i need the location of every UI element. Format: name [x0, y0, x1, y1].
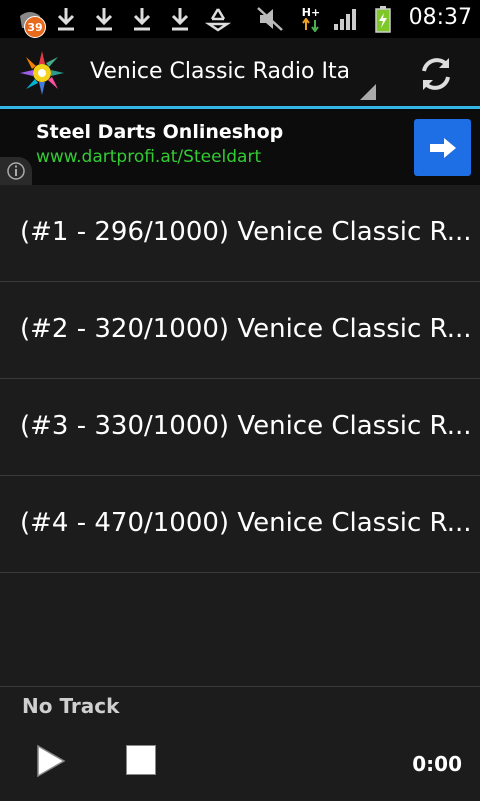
battery-icon	[372, 5, 394, 33]
notification-count-badge: 39	[24, 16, 46, 38]
status-clock: 08:37	[408, 5, 472, 30]
list-item[interactable]: (#1 - 296/1000) Venice Classic R...	[0, 185, 480, 282]
station-label: (#4 - 470/1000) Venice Classic R...	[20, 508, 472, 538]
ad-url[interactable]: www.dartprofi.at/Steeldart	[36, 147, 261, 167]
download-icon	[168, 5, 192, 33]
refresh-icon[interactable]	[416, 54, 456, 94]
download-icon	[130, 5, 154, 33]
station-spinner-title[interactable]: Venice Classic Radio Italia	[90, 59, 348, 84]
station-label: (#1 - 296/1000) Venice Classic R...	[20, 217, 472, 247]
network-type-label: H+	[301, 5, 321, 19]
station-list: (#1 - 296/1000) Venice Classic R... (#2 …	[0, 185, 480, 573]
ad-info-icon[interactable]	[0, 157, 32, 185]
app-logo-icon	[18, 49, 66, 97]
recycle-icon	[204, 5, 232, 33]
ad-open-button[interactable]	[414, 119, 471, 176]
arrow-right-icon	[429, 137, 456, 158]
status-bar: 39 H+ 08:37	[0, 0, 480, 38]
download-icon	[54, 5, 78, 33]
list-item[interactable]: (#2 - 320/1000) Venice Classic R...	[0, 282, 480, 379]
spinner-dropdown-icon[interactable]	[360, 84, 376, 100]
play-icon	[37, 744, 66, 778]
ad-banner[interactable]: Steel Darts Onlineshop www.dartprofi.at/…	[0, 109, 480, 185]
list-item[interactable]: (#4 - 470/1000) Venice Classic R...	[0, 476, 480, 573]
mute-icon	[256, 5, 284, 33]
ad-title[interactable]: Steel Darts Onlineshop	[36, 121, 283, 143]
play-button[interactable]	[34, 743, 68, 779]
signal-icon	[332, 5, 360, 33]
player-bar: No Track 0:00	[0, 686, 480, 801]
stop-button[interactable]	[126, 745, 156, 775]
elapsed-time: 0:00	[412, 752, 462, 776]
station-label: (#2 - 320/1000) Venice Classic R...	[20, 314, 472, 344]
track-label: No Track	[22, 694, 120, 718]
download-icon	[92, 5, 116, 33]
station-label: (#3 - 330/1000) Venice Classic R...	[20, 411, 472, 441]
action-bar: Venice Classic Radio Italia	[0, 38, 480, 106]
network-icon: H+	[298, 5, 324, 33]
list-item[interactable]: (#3 - 330/1000) Venice Classic R...	[0, 379, 480, 476]
